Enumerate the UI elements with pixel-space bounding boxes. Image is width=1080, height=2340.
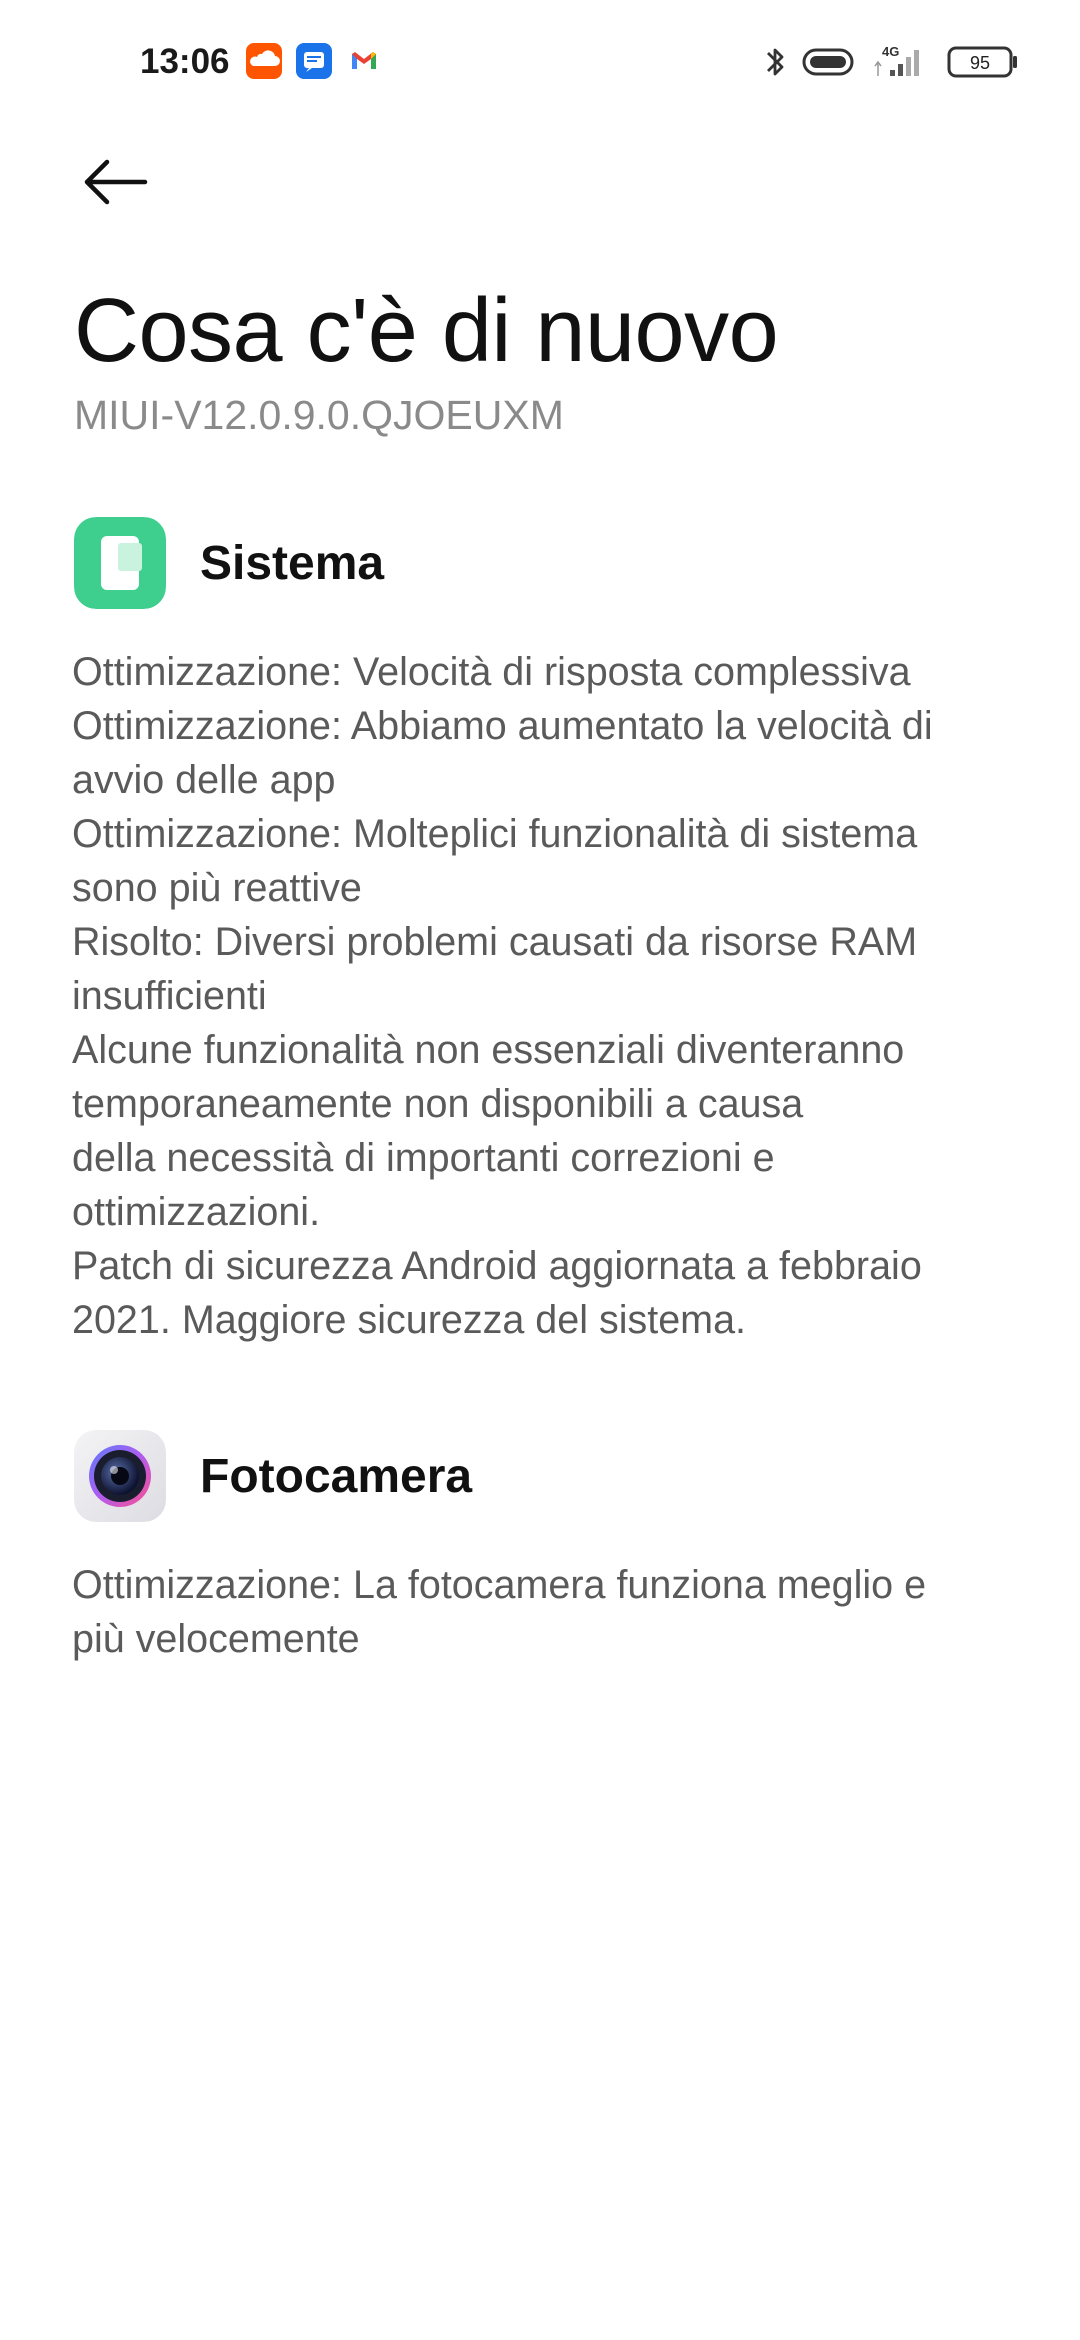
section-title-sistema: Sistema bbox=[200, 537, 385, 590]
back-button[interactable] bbox=[68, 140, 164, 224]
changelog-line: insufficienti bbox=[72, 974, 267, 1018]
soundcloud-icon bbox=[246, 43, 282, 79]
messages-icon bbox=[296, 43, 332, 79]
camera-app-icon bbox=[74, 1430, 166, 1522]
section-body-sistema: Ottimizzazione: Velocità di risposta com… bbox=[72, 645, 1022, 1347]
battery-level: 95 bbox=[970, 53, 990, 73]
page-title: Cosa c'è di nuovo bbox=[74, 281, 779, 381]
bluetooth-icon bbox=[758, 40, 792, 84]
status-time: 13:06 bbox=[140, 42, 230, 81]
section-header-sistema: Sistema bbox=[74, 517, 1014, 609]
battery-icon: 95 bbox=[946, 40, 1020, 84]
section-title-fotocamera: Fotocamera bbox=[200, 1450, 473, 1503]
changelog-line: Ottimizzazione: Molteplici funzionalità … bbox=[72, 812, 918, 856]
status-bar: 13:06 4G 95 bbox=[0, 0, 1080, 124]
changelog-line: della necessità di importanti correzioni… bbox=[72, 1136, 775, 1180]
changelog-line: ottimizzazioni. bbox=[72, 1190, 321, 1234]
section-body-fotocamera: Ottimizzazione: La fotocamera funziona m… bbox=[72, 1558, 1022, 1666]
changelog-line: sono più reattive bbox=[72, 866, 362, 910]
section-header-fotocamera: Fotocamera bbox=[74, 1430, 1014, 1522]
arrow-left-icon bbox=[84, 159, 148, 205]
changelog-line: Risolto: Diversi problemi causati da ris… bbox=[72, 920, 918, 964]
changelog-line: Ottimizzazione: Velocità di risposta com… bbox=[72, 650, 911, 694]
changelog-line: Ottimizzazione: Abbiamo aumentato la vel… bbox=[72, 704, 933, 748]
version-label: MIUI-V12.0.9.0.QJOEUXM bbox=[74, 392, 564, 438]
signal-icon: 4G bbox=[870, 40, 934, 84]
changelog-line: Ottimizzazione: La fotocamera funziona m… bbox=[72, 1563, 927, 1607]
changelog-line: temporaneamente non disponibili a causa bbox=[72, 1082, 804, 1126]
gmail-icon bbox=[346, 43, 382, 79]
system-app-icon bbox=[74, 517, 166, 609]
changelog-line: più velocemente bbox=[72, 1617, 360, 1661]
changelog-line: Alcune funzionalità non essenziali diven… bbox=[72, 1028, 905, 1072]
changelog-line: Patch di sicurezza Android aggiornata a … bbox=[72, 1244, 922, 1288]
network-type-label: 4G bbox=[882, 44, 899, 59]
data-saver-icon bbox=[800, 40, 856, 84]
changelog-line: avvio delle app bbox=[72, 758, 336, 802]
changelog-line: 2021. Maggiore sicurezza del sistema. bbox=[72, 1298, 747, 1342]
